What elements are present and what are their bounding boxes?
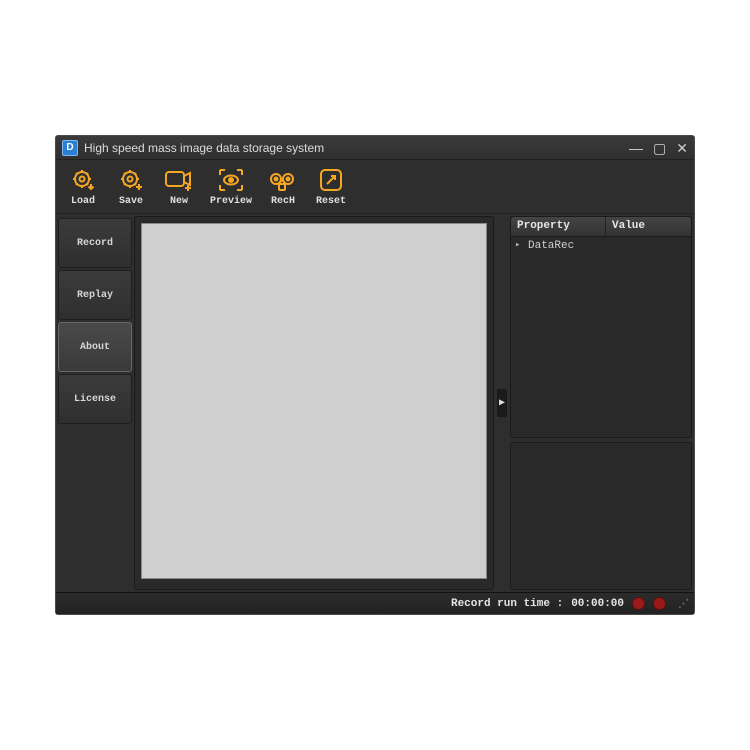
property-header-property: Property bbox=[511, 217, 606, 236]
rech-label: RecH bbox=[271, 196, 295, 207]
splitter: ▶ bbox=[496, 216, 508, 590]
toolbar: Load Save New Preview RecH bbox=[56, 160, 694, 214]
load-label: Load bbox=[71, 196, 95, 207]
right-panel: Property Value ▸ DataRec bbox=[510, 216, 692, 590]
property-header-value: Value bbox=[606, 217, 691, 236]
close-button[interactable]: ✕ bbox=[676, 141, 688, 155]
reset-arrow-icon bbox=[316, 166, 346, 194]
record-lock-icon bbox=[268, 166, 298, 194]
sidebar: Record Replay About License bbox=[58, 216, 132, 590]
chevron-right-icon: ▶ bbox=[499, 397, 505, 409]
save-label: Save bbox=[119, 196, 143, 207]
window-title: High speed mass image data storage syste… bbox=[84, 141, 629, 155]
sidebar-item-record[interactable]: Record bbox=[58, 218, 132, 268]
property-row-datarec[interactable]: ▸ DataRec bbox=[511, 237, 691, 255]
record-indicator-2 bbox=[653, 597, 666, 610]
statusbar: Record run time : 00:00:00 ⋰ bbox=[56, 592, 694, 614]
center-area: ▶ Property Value ▸ DataRec bbox=[134, 216, 692, 590]
splitter-handle[interactable]: ▶ bbox=[497, 389, 507, 417]
sidebar-replay-label: Replay bbox=[77, 290, 113, 301]
property-header: Property Value bbox=[511, 217, 691, 237]
new-button[interactable]: New bbox=[162, 166, 196, 207]
sidebar-about-label: About bbox=[80, 342, 110, 353]
main-body: Record Replay About License ▶ Property V… bbox=[56, 214, 694, 592]
titlebar: D High speed mass image data storage sys… bbox=[56, 136, 694, 160]
eye-focus-icon bbox=[216, 166, 246, 194]
resize-grip-icon[interactable]: ⋰ bbox=[678, 597, 686, 611]
property-name: DataRec bbox=[528, 240, 574, 252]
maximize-button[interactable]: ▢ bbox=[653, 141, 666, 155]
camera-plus-icon bbox=[164, 166, 194, 194]
canvas-panel bbox=[134, 216, 494, 590]
gear-down-icon bbox=[68, 166, 98, 194]
save-button[interactable]: Save bbox=[114, 166, 148, 207]
sidebar-item-about[interactable]: About bbox=[58, 322, 132, 372]
secondary-panel bbox=[510, 442, 692, 590]
record-indicator-1 bbox=[632, 597, 645, 610]
app-window: D High speed mass image data storage sys… bbox=[55, 135, 695, 615]
gear-plus-icon bbox=[116, 166, 146, 194]
preview-button[interactable]: Preview bbox=[210, 166, 252, 207]
new-label: New bbox=[170, 196, 188, 207]
app-logo-icon: D bbox=[62, 140, 78, 156]
runtime-label: Record run time : bbox=[451, 598, 563, 610]
expand-icon: ▸ bbox=[515, 240, 525, 252]
reset-button[interactable]: Reset bbox=[314, 166, 348, 207]
sidebar-license-label: License bbox=[74, 394, 116, 405]
rech-button[interactable]: RecH bbox=[266, 166, 300, 207]
sidebar-item-license[interactable]: License bbox=[58, 374, 132, 424]
reset-label: Reset bbox=[316, 196, 346, 207]
runtime-value: 00:00:00 bbox=[571, 598, 624, 610]
load-button[interactable]: Load bbox=[66, 166, 100, 207]
minimize-button[interactable]: — bbox=[629, 141, 643, 155]
preview-label: Preview bbox=[210, 196, 252, 207]
preview-canvas[interactable] bbox=[141, 223, 487, 579]
sidebar-record-label: Record bbox=[77, 238, 113, 249]
sidebar-item-replay[interactable]: Replay bbox=[58, 270, 132, 320]
window-controls: — ▢ ✕ bbox=[629, 141, 688, 155]
property-panel: Property Value ▸ DataRec bbox=[510, 216, 692, 438]
